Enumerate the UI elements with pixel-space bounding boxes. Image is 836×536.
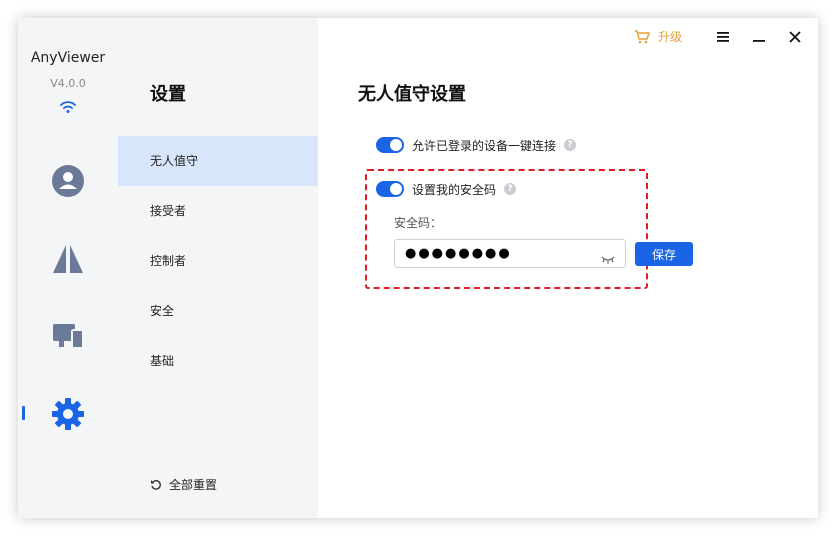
one-click-connect-label: 允许已登录的设备一键连接 (412, 139, 557, 153)
menu-item-receiver[interactable]: 接受者 (118, 186, 318, 236)
help-icon[interactable]: ? (504, 183, 516, 195)
upgrade-label: 升级 (658, 30, 683, 44)
page-title: 无人值守设置 (358, 84, 466, 105)
cart-icon (634, 29, 650, 44)
nav-settings[interactable] (18, 386, 118, 442)
security-code-input-box (394, 239, 626, 268)
security-code-toggle[interactable] (376, 181, 404, 197)
app-window: AnyViewer V4.0.0 设置 无人值守 接受者 控制者 安全 基础 全… (18, 18, 818, 518)
app-name: AnyViewer (30, 50, 106, 66)
user-icon (52, 165, 84, 197)
menu-button[interactable] (712, 26, 734, 48)
devices-icon (53, 324, 84, 349)
nav-connect[interactable] (18, 231, 118, 287)
gear-icon (52, 398, 84, 430)
save-button[interactable]: 保存 (635, 242, 693, 266)
help-icon[interactable]: ? (564, 139, 576, 151)
menu-item-controller[interactable]: 控制者 (118, 236, 318, 286)
main-panel: 升级 无人值守设置 允许已登录的设备一键连接 ? 设置我的安全码 ? 安全码： … (318, 18, 818, 518)
close-button[interactable] (784, 26, 806, 48)
connect-icon (53, 245, 83, 273)
toggle-knob (390, 183, 402, 195)
eye-closed-icon[interactable] (601, 249, 615, 268)
minimize-button[interactable] (748, 26, 770, 48)
app-version: V4.0.0 (50, 77, 86, 90)
security-code-label: 设置我的安全码 (412, 183, 497, 197)
settings-title: 设置 (150, 84, 186, 105)
wifi-icon (60, 101, 76, 113)
reset-all-button[interactable]: 全部重置 (150, 476, 217, 493)
upgrade-button[interactable]: 升级 (634, 28, 682, 45)
settings-menu: 设置 无人值守 接受者 控制者 安全 基础 全部重置 (118, 18, 318, 518)
reset-all-label: 全部重置 (169, 478, 218, 492)
menu-item-security[interactable]: 安全 (118, 286, 318, 336)
menu-item-unattended[interactable]: 无人值守 (118, 136, 318, 186)
security-code-input[interactable] (405, 243, 590, 264)
reset-icon (150, 479, 162, 491)
toggle-knob (390, 139, 402, 151)
one-click-connect-toggle[interactable] (376, 137, 404, 153)
menu-item-basic[interactable]: 基础 (118, 336, 318, 386)
nav-devices[interactable] (18, 308, 118, 364)
nav-account[interactable] (18, 153, 118, 209)
minimize-icon (753, 40, 765, 42)
nav-rail: AnyViewer V4.0.0 (18, 18, 118, 518)
close-icon (789, 31, 801, 43)
hamburger-icon (717, 32, 729, 42)
security-code-field-label: 安全码： (394, 216, 443, 230)
